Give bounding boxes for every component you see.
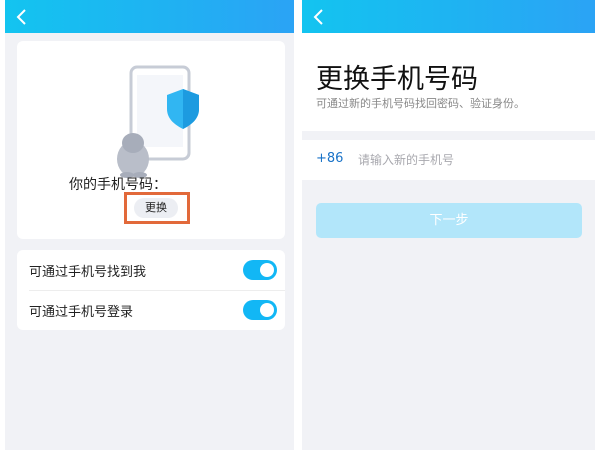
chevron-left-icon [16,9,26,25]
setting-label: 可通过手机号找到我 [29,265,147,280]
find-by-phone-toggle[interactable] [243,260,277,280]
top-bar [302,0,595,33]
change-phone-screen: 更换手机号码 可通过新的手机号码找回密码、验证身份。 +86 下一步 [302,0,595,450]
country-code-selector[interactable]: +86 [316,151,343,166]
back-button[interactable] [11,6,33,28]
phone-number-card: 你的手机号码： 更换 [17,41,285,239]
title-section: 更换手机号码 可通过新的手机号码找回密码、验证身份。 [302,33,595,131]
login-by-phone-toggle[interactable] [243,300,277,320]
phone-settings-screen: 你的手机号码： 更换 可通过手机号找到我 可通过手机号登录 [5,0,294,450]
change-phone-button[interactable]: 更换 [134,198,178,218]
phone-illustration [117,65,199,178]
setting-row-login-by-phone[interactable]: 可通过手机号登录 [17,290,285,330]
page-title: 更换手机号码 [316,64,478,95]
chevron-left-icon [313,9,323,25]
back-button[interactable] [308,6,330,28]
new-phone-input[interactable] [358,148,583,172]
toggle-knob [260,303,274,317]
settings-card: 可通过手机号找到我 可通过手机号登录 [17,250,285,330]
toggle-knob [260,263,274,277]
next-step-button[interactable]: 下一步 [316,203,582,238]
setting-label: 可通过手机号登录 [29,305,134,320]
top-bar [5,0,294,33]
page-subtitle: 可通过新的手机号码找回密码、验证身份。 [316,97,525,110]
setting-row-find-by-phone[interactable]: 可通过手机号找到我 [17,250,285,290]
phone-number-label: 你的手机号码： [69,177,167,193]
phone-input-row: +86 [302,140,595,180]
